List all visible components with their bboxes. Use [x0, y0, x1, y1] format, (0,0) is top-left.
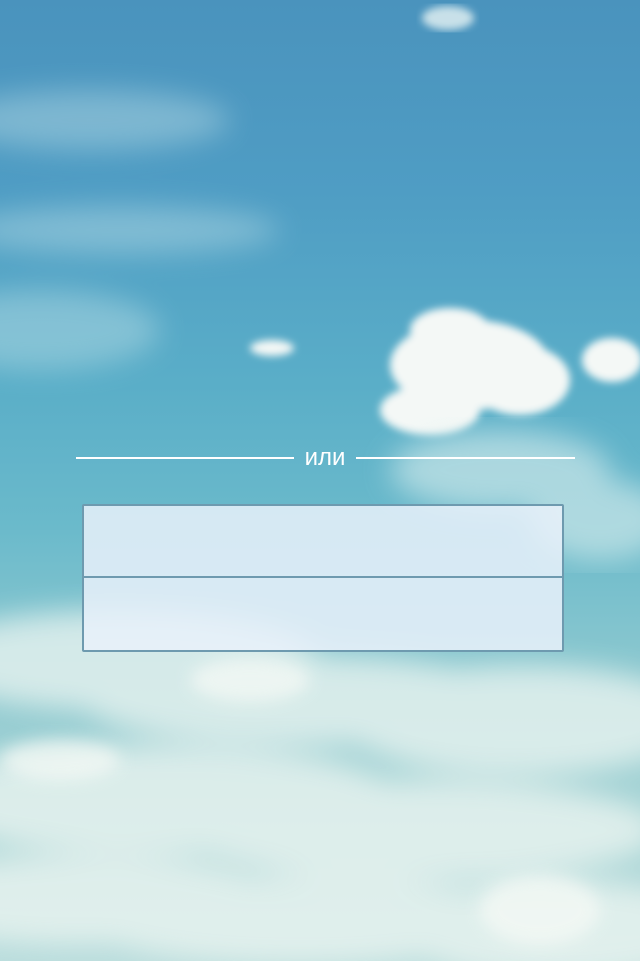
sky-background: [0, 0, 640, 961]
or-label: или: [304, 444, 346, 471]
clouds-illustration: [0, 6, 640, 961]
login-field[interactable]: [84, 506, 562, 576]
or-divider: или: [76, 444, 575, 472]
password-field[interactable]: [84, 576, 562, 650]
login-form: [82, 504, 564, 652]
divider-line-left: [76, 457, 294, 459]
divider-line-right: [356, 457, 575, 459]
